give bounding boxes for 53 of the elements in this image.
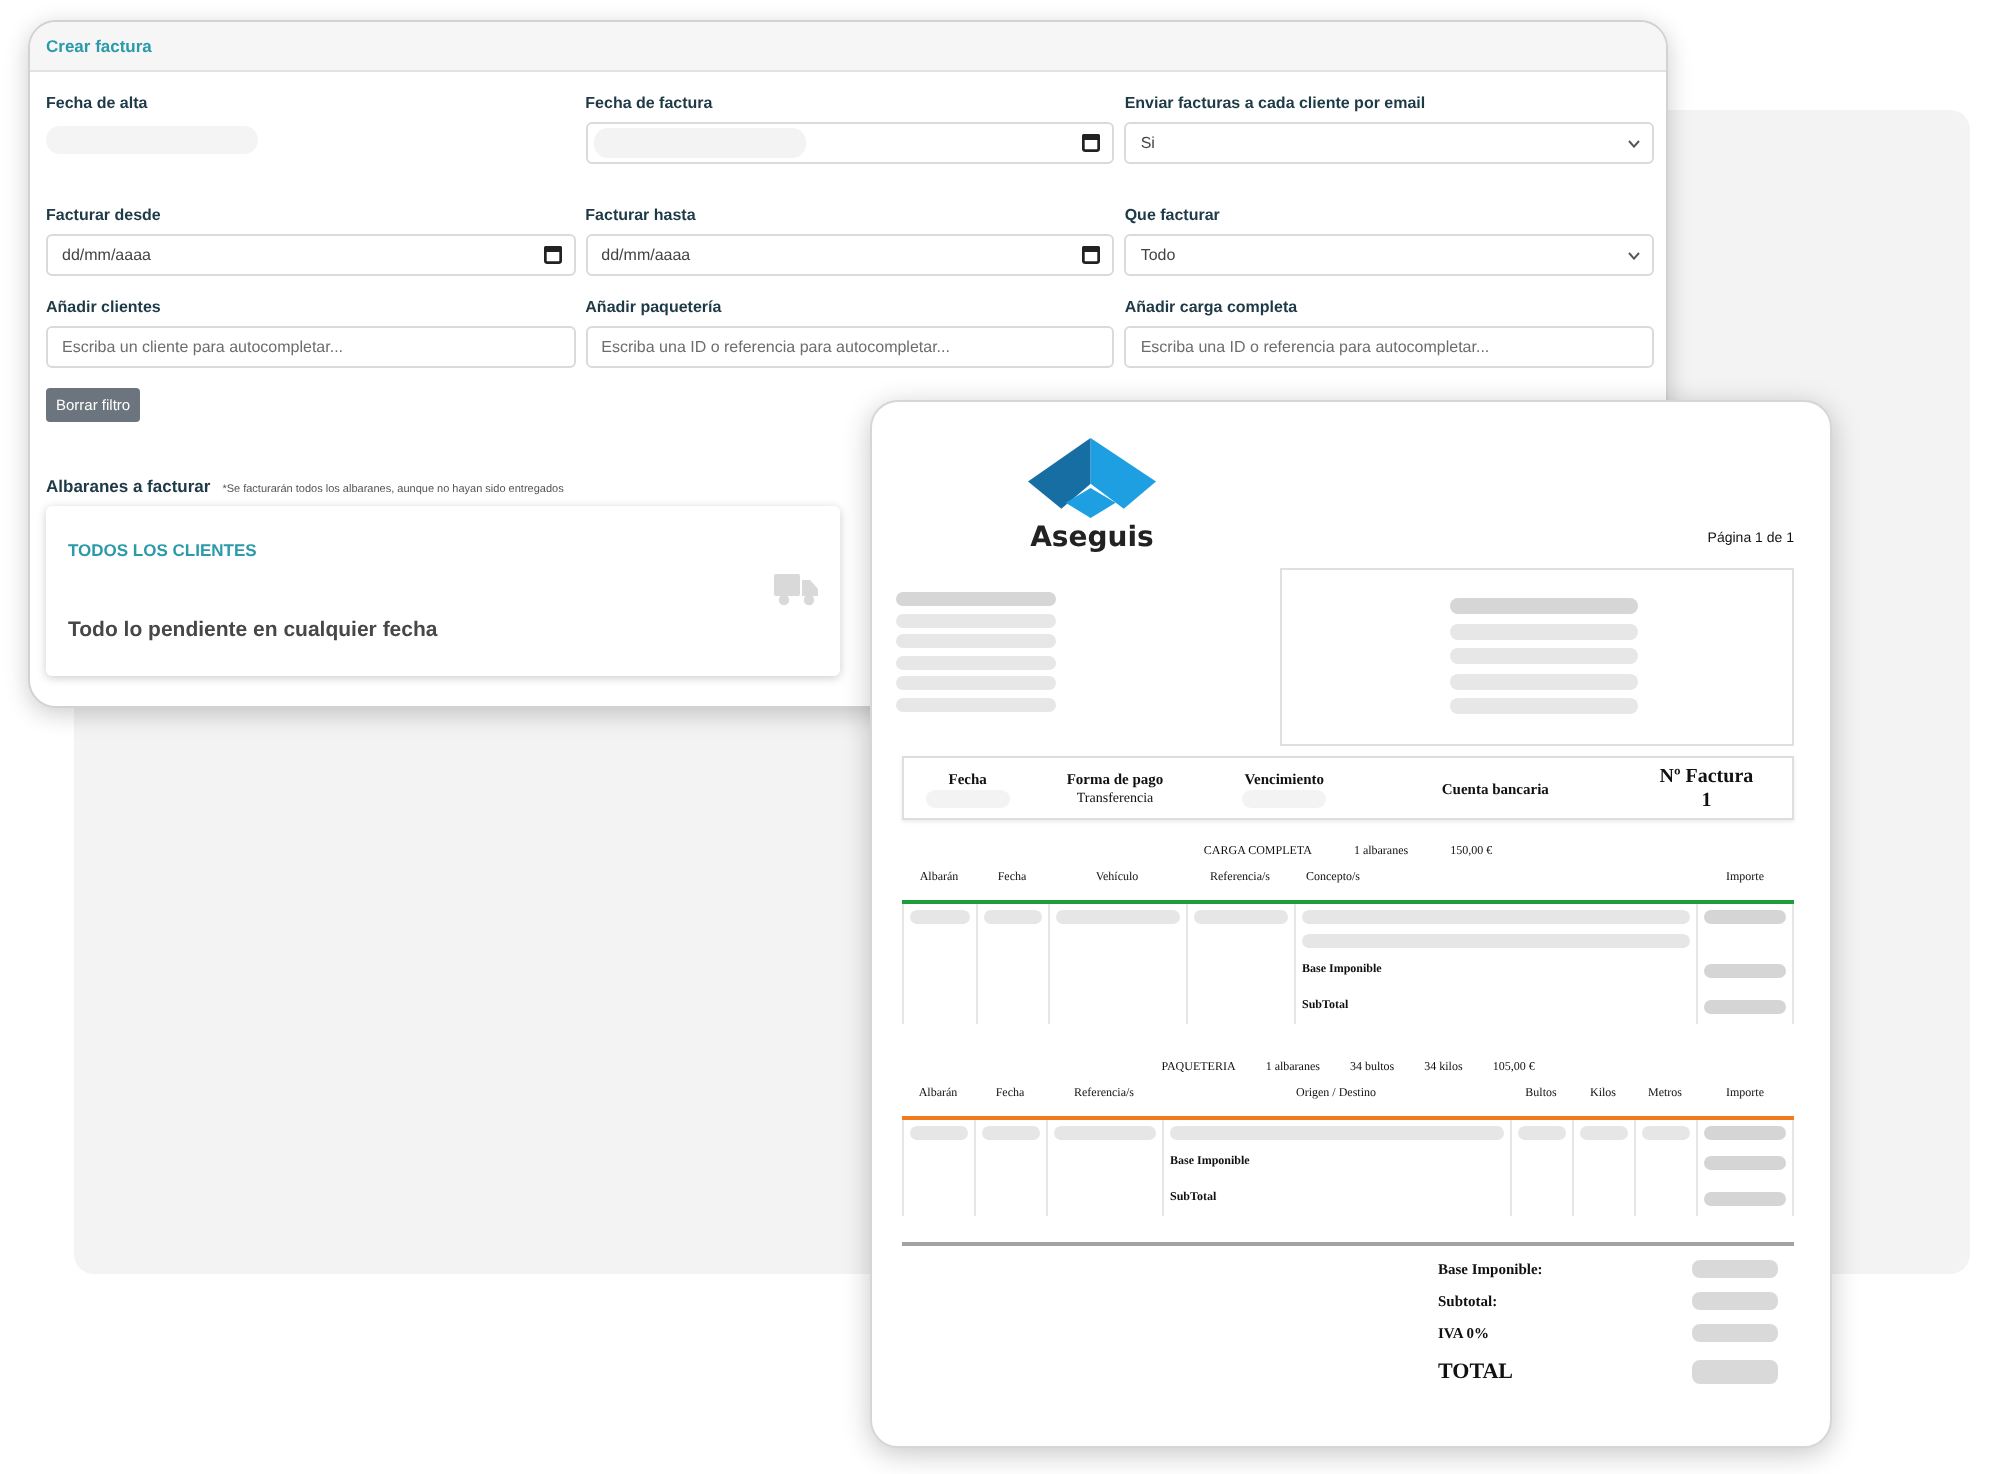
chevron-down-icon bbox=[1627, 139, 1640, 147]
redacted-bar bbox=[1642, 1125, 1690, 1139]
autocomplete-field[interactable]: Escriba una ID o referencia para autocompletar... bbox=[585, 326, 1115, 368]
calendar-icon bbox=[1082, 246, 1101, 264]
field-label: Añadir paquetería bbox=[585, 296, 724, 318]
redacted-bar bbox=[1692, 1259, 1778, 1277]
brand-name: Aseguis bbox=[1030, 524, 1154, 552]
redacted-bar bbox=[1580, 1125, 1628, 1139]
field-label: Añadir carga completa bbox=[1124, 296, 1300, 318]
date-field[interactable] bbox=[585, 122, 1115, 164]
redacted-bar bbox=[1692, 1360, 1778, 1384]
redacted-bar bbox=[982, 1125, 1040, 1139]
redacted-bar bbox=[910, 909, 970, 923]
info-label: Nº Factura bbox=[1659, 765, 1754, 787]
truck-icon bbox=[774, 574, 818, 606]
window-title: Crear factura bbox=[46, 36, 152, 56]
field-label: Añadir clientes bbox=[46, 296, 163, 318]
redacted-bar bbox=[1518, 1125, 1566, 1139]
redacted-bar bbox=[1194, 909, 1288, 923]
select-field[interactable]: Si bbox=[1124, 122, 1654, 164]
diamond-logo-icon bbox=[1028, 438, 1156, 518]
redacted-bar bbox=[1054, 1125, 1156, 1139]
field-label: Fecha de factura bbox=[585, 92, 715, 114]
autocomplete-field[interactable]: Escriba una ID o referencia para autocompletar... bbox=[1124, 326, 1654, 368]
field-label: Facturar hasta bbox=[585, 204, 698, 226]
redacted-bar bbox=[1692, 1291, 1778, 1309]
redacted-bar bbox=[1704, 999, 1786, 1013]
field-label: Que facturar bbox=[1124, 204, 1222, 226]
redacted-bar bbox=[1704, 963, 1786, 977]
redacted-bar bbox=[1056, 909, 1180, 923]
field-label: Fecha de alta bbox=[46, 92, 150, 114]
date-field[interactable]: dd/mm/aaaa bbox=[46, 234, 576, 276]
card-description: Todo lo pendiente en cualquier fecha bbox=[68, 618, 438, 644]
chevron-down-icon bbox=[1627, 251, 1640, 259]
total-label: TOTAL bbox=[1438, 1358, 1515, 1388]
select-field[interactable]: Todo bbox=[1124, 234, 1654, 276]
redacted-bar bbox=[1704, 1125, 1786, 1139]
date-field[interactable]: dd/mm/aaaa bbox=[585, 234, 1115, 276]
field-label: Facturar desde bbox=[46, 204, 163, 226]
delivery-notes-card[interactable]: TODOS LOS CLIENTES Todo lo pendiente en cualquier fecha bbox=[46, 506, 840, 676]
field-label: Enviar facturas a cada cliente por email bbox=[1124, 92, 1428, 114]
card-title: TODOS LOS CLIENTES bbox=[68, 540, 259, 560]
redacted-bar bbox=[984, 909, 1042, 923]
redacted-bar bbox=[1692, 1323, 1778, 1341]
autocomplete-field[interactable]: Escriba un cliente para autocompletar... bbox=[46, 326, 576, 368]
section-heading: Albaranes a facturar bbox=[46, 476, 211, 496]
redacted-bar bbox=[1704, 1191, 1786, 1205]
redacted-bar bbox=[910, 1125, 968, 1139]
info-value: 1 bbox=[1701, 789, 1712, 811]
redacted-bar bbox=[1704, 909, 1786, 923]
redacted-bar bbox=[1704, 1155, 1786, 1169]
calendar-icon bbox=[543, 246, 562, 264]
calendar-icon bbox=[1082, 134, 1101, 152]
